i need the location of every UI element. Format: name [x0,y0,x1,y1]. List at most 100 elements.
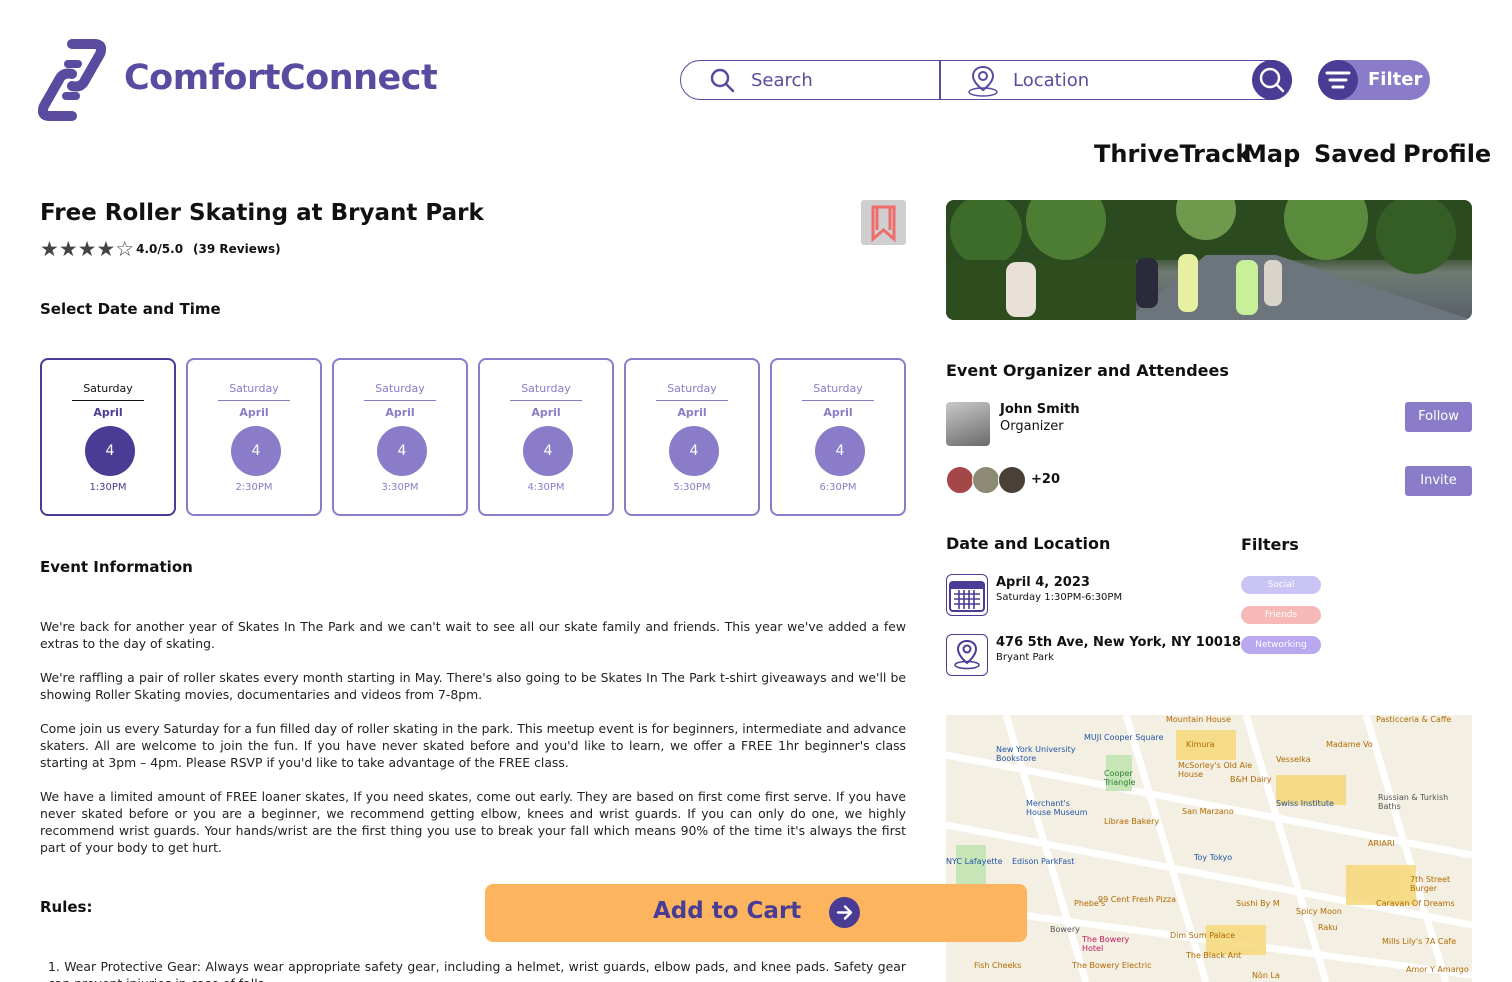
slot-month: April [239,406,269,419]
review-count[interactable]: (39 Reviews) [193,242,281,256]
slot-day: Saturday [813,382,863,395]
search-bar[interactable]: Search Location [680,60,1292,100]
map-label: Sushi By M [1236,899,1280,908]
attendee-count[interactable]: +20 [1031,472,1060,487]
map-label: MUJI Cooper Square [1084,733,1164,742]
attendee-avatars[interactable] [946,466,1026,496]
map-label: Mills Lily's 7A Cafe [1382,937,1457,946]
search-submit-button[interactable] [1252,60,1292,100]
chain-link-logo-icon [38,39,106,121]
map-label: Merchant's House Museum [1026,799,1088,817]
slot-time: 4:30PM [527,482,565,493]
filter-tag-social[interactable]: Social [1241,576,1321,594]
date-time-heading: Select Date and Time [40,300,221,318]
info-paragraph: We're raffling a pair of roller skates e… [40,670,906,702]
map-label: The Bowery Hotel [1082,935,1130,953]
add-to-cart-label: Add to Cart [653,898,802,924]
avatar [998,466,1026,494]
time-slot-card[interactable]: Saturday April 4 2:30PM [186,358,322,516]
info-paragraph: Come join us every Saturday for a fun fi… [40,721,906,770]
slot-date: 4 [523,426,573,476]
map-label: Cooper Triangle [1104,769,1136,787]
filter-tag-friends[interactable]: Friends [1241,606,1321,624]
map-label: Russian & Turkish Baths [1378,793,1449,811]
event-map[interactable]: Mountain House Pasticceria & Caffe MUJI … [946,715,1472,982]
map-label: The Black Ant [1186,951,1242,960]
slot-time: 5:30PM [673,482,711,493]
map-label: Edison ParkFast [1012,857,1075,866]
map-label: Nòn La [1252,971,1280,980]
slot-day: Saturday [667,382,717,395]
avatar [972,466,1000,494]
info-paragraph: We have a limited amount of FREE loaner … [40,789,906,855]
organizer-name[interactable]: John Smith [1000,402,1080,417]
slot-month: April [531,406,561,419]
rating-value: 4.0/5.0 [136,242,184,256]
event-address[interactable]: 476 5th Ave, New York, NY 10018 [996,635,1241,650]
map-label: Caravan Of Dreams [1376,899,1455,908]
map-label: Phebe's [1074,899,1106,908]
rating-stars: ★ ★ ★ ★ ☆ 4.0/5.0 (39 Reviews) [40,237,281,261]
rules-heading: Rules: [40,898,93,916]
map-label: NYC Lafayette [946,857,1003,866]
slot-day: Saturday [83,382,133,395]
slot-day: Saturday [521,382,571,395]
follow-button[interactable]: Follow [1405,402,1472,432]
nav-profile[interactable]: Profile [1403,140,1491,168]
map-label: Raku [1318,923,1338,932]
filters-heading: Filters [1241,535,1299,554]
slot-month: April [385,406,415,419]
map-label: Spicy Moon [1296,907,1342,916]
slot-month: April [823,406,853,419]
filter-label: Filter [1368,69,1423,90]
filter-tag-networking[interactable]: Networking [1241,636,1321,654]
slot-time: 1:30PM [89,482,127,493]
calendar-icon [946,574,988,616]
nav-map[interactable]: Map [1243,140,1300,168]
slot-month: April [677,406,707,419]
map-label: B&H Dairy [1230,775,1272,784]
search-icon [710,68,735,93]
app-logo-text[interactable]: ComfortConnect [124,58,438,98]
time-slot-card[interactable]: Saturday April 4 3:30PM [332,358,468,516]
nav-thrivetrack[interactable]: ThriveTrack [1094,140,1251,168]
location-input[interactable]: Location [1013,70,1089,91]
filter-button[interactable]: Filter [1318,60,1430,100]
bookmark-icon [871,205,896,243]
map-label: 99 Cent Fresh Pizza [1098,895,1176,904]
event-title: Free Roller Skating at Bryant Park [40,200,484,226]
invite-button[interactable]: Invite [1405,466,1472,496]
time-slot-card[interactable]: Saturday April 4 1:30PM [40,358,176,516]
map-label: Fish Cheeks [974,961,1022,970]
bookmark-button[interactable] [861,200,906,245]
slot-time: 6:30PM [819,482,857,493]
add-to-cart-button[interactable]: Add to Cart [485,884,1027,942]
map-label: Amor Y Amargo [1406,965,1469,974]
organizer-role: Organizer [1000,419,1064,434]
organizer-avatar[interactable] [946,402,990,446]
map-label: Swiss Institute [1276,799,1334,808]
map-label: Dim Sum Palace [1170,931,1236,940]
map-label: San Marzano [1182,807,1234,816]
event-place: Bryant Park [996,652,1055,663]
star-filled-icon: ★ [40,237,59,261]
star-empty-icon: ☆ [115,237,135,261]
time-slot-card[interactable]: Saturday April 4 4:30PM [478,358,614,516]
star-filled-icon: ★ [77,237,97,261]
slot-time: 2:30PM [235,482,273,493]
search-input[interactable]: Search [751,70,813,91]
map-label: Kimura [1186,740,1215,749]
nav-saved[interactable]: Saved [1314,140,1397,168]
map-label: Pasticceria & Caffe [1376,715,1452,724]
slot-day: Saturday [229,382,279,395]
slot-date: 4 [85,426,135,476]
slot-date: 4 [377,426,427,476]
event-time: Saturday 1:30PM-6:30PM [996,592,1123,603]
map-label: Madame Vo [1326,740,1373,749]
map-label: Mountain House [1166,715,1231,724]
map-label: Toy Tokyo [1194,853,1233,862]
time-slot-card[interactable]: Saturday April 4 5:30PM [624,358,760,516]
time-slot-card[interactable]: Saturday April 4 6:30PM [770,358,906,516]
map-label: New York University Bookstore [996,745,1076,763]
event-info-heading: Event Information [40,558,193,576]
